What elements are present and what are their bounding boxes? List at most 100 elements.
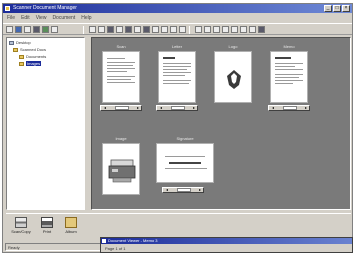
page-navigator: ◂ ▸ [268,105,310,111]
thumbnail-scan[interactable]: Scan ◂ ▸ [98,44,144,114]
send-icon[interactable] [204,26,211,33]
thumbnail-label: Image [115,136,127,141]
tree-item-desktop[interactable]: Desktop [9,40,31,46]
page-preview [156,143,214,183]
page-navigator: ◂ ▸ [162,187,204,193]
text-line [163,57,175,59]
rotate-icon[interactable] [107,26,114,33]
toolbar-separator [189,26,190,34]
app-window: Scanner Document Manager _ □ × File Edit… [2,3,353,253]
viewer-popup[interactable]: Document Viewer - Memo 3 Page 1 of 1 [100,237,353,253]
computer-icon [9,40,14,45]
menu-file[interactable]: File [7,14,15,22]
copy-icon[interactable] [51,26,58,33]
text-line [163,83,189,84]
help-icon[interactable] [258,26,265,33]
menu-help[interactable]: Help [81,14,91,22]
annotate-icon[interactable] [231,26,238,33]
prev-page-icon[interactable]: ◂ [158,106,164,110]
page-preview [102,51,140,103]
contrast-icon[interactable] [143,26,150,33]
text-line [275,57,291,59]
thumbnail-image[interactable]: Image [98,136,144,206]
album-button[interactable]: Album [60,216,82,240]
open-icon[interactable] [15,26,22,33]
text-line [275,77,299,78]
maximize-icon[interactable]: □ [333,5,341,12]
text-line [163,75,185,76]
menu-view[interactable]: View [36,14,47,22]
page-number-field[interactable] [177,188,191,192]
page-preview [102,143,140,195]
thumbnail-label: Letter [171,44,183,49]
text-line [169,162,201,164]
scan-icon[interactable] [33,26,40,33]
thumbnail-label: Scan [116,44,126,49]
tree-item-images[interactable]: Images [19,61,42,67]
prev-page-icon[interactable]: ◂ [164,188,170,192]
next-page-icon[interactable]: ▸ [303,106,309,110]
delete-icon[interactable] [249,26,256,33]
folder-tree[interactable]: Desktop Scanned Docs Documents Images [6,37,85,210]
first-page-icon[interactable] [152,26,159,33]
zoom-in-icon[interactable] [89,26,96,33]
prev-page-icon[interactable] [161,26,168,33]
menu-bar: File Edit View Document Help [3,14,352,22]
crop-icon[interactable] [125,26,132,33]
thumbnail-pane: Scan ◂ ▸ Letter ◂ ▸ Logo Memo ◂ ▸ Image … [91,37,351,210]
minimize-icon[interactable]: _ [324,5,332,12]
page-preview [270,51,308,103]
last-page-icon[interactable] [179,26,186,33]
next-page-icon[interactable]: ▸ [135,106,141,110]
fax-icon[interactable] [213,26,220,33]
tree-item-scanned-docs[interactable]: Scanned Docs [13,47,46,53]
text-line [275,83,293,84]
text-line [107,71,127,72]
page-number-field[interactable] [283,106,297,110]
scan-copy-label: Scan/Copy [11,229,31,234]
next-page-icon[interactable]: ▸ [197,188,203,192]
prev-page-icon[interactable]: ◂ [270,106,276,110]
close-icon[interactable]: × [342,5,350,12]
scan-copy-button[interactable]: Scan/Copy [10,216,32,240]
fit-page-icon[interactable] [116,26,123,33]
popup-title-bar[interactable]: Document Viewer - Memo 3 [101,238,352,244]
text-line [275,69,303,70]
thumbnail-logo[interactable]: Logo [210,44,256,114]
thumbnail-letter[interactable]: Letter ◂ ▸ [154,44,200,114]
thumbnail-signature[interactable]: Signature ◂ ▸ [156,136,214,196]
ocr-icon[interactable] [195,26,202,33]
toolbar [3,23,352,35]
thumbnail-label: Memo [283,44,295,49]
menu-edit[interactable]: Edit [21,14,30,22]
next-page-icon[interactable] [170,26,177,33]
tree-item-documents[interactable]: Documents [19,54,46,60]
save-icon[interactable] [24,26,31,33]
page-number-field[interactable] [171,106,185,110]
thumbnail-label: Logo [228,44,238,49]
zoom-out-icon[interactable] [98,26,105,33]
page-number-field[interactable] [115,106,129,110]
text-line [163,72,191,73]
next-page-icon[interactable]: ▸ [191,106,197,110]
brightness-icon[interactable] [134,26,141,33]
mail-icon[interactable] [222,26,229,33]
window-title: Scanner Document Manager [13,5,77,11]
toolbar-separator [83,26,84,34]
text-line [163,80,191,81]
album-icon [65,217,77,228]
pane-splitter[interactable] [86,37,89,210]
window-controls: _ □ × [324,5,350,12]
folder-icon [19,61,24,66]
thumbnail-label: Signature [176,136,194,141]
menu-document[interactable]: Document [52,14,75,22]
print-icon[interactable] [42,26,49,33]
thumbnail-memo[interactable]: Memo ◂ ▸ [266,44,312,114]
text-line [107,79,131,80]
popup-body: Page 1 of 1 [105,246,126,251]
print-button[interactable]: Print [36,216,58,240]
new-icon[interactable] [6,26,13,33]
stamp-icon[interactable] [240,26,247,33]
text-line [275,80,303,81]
prev-page-icon[interactable]: ◂ [102,106,108,110]
